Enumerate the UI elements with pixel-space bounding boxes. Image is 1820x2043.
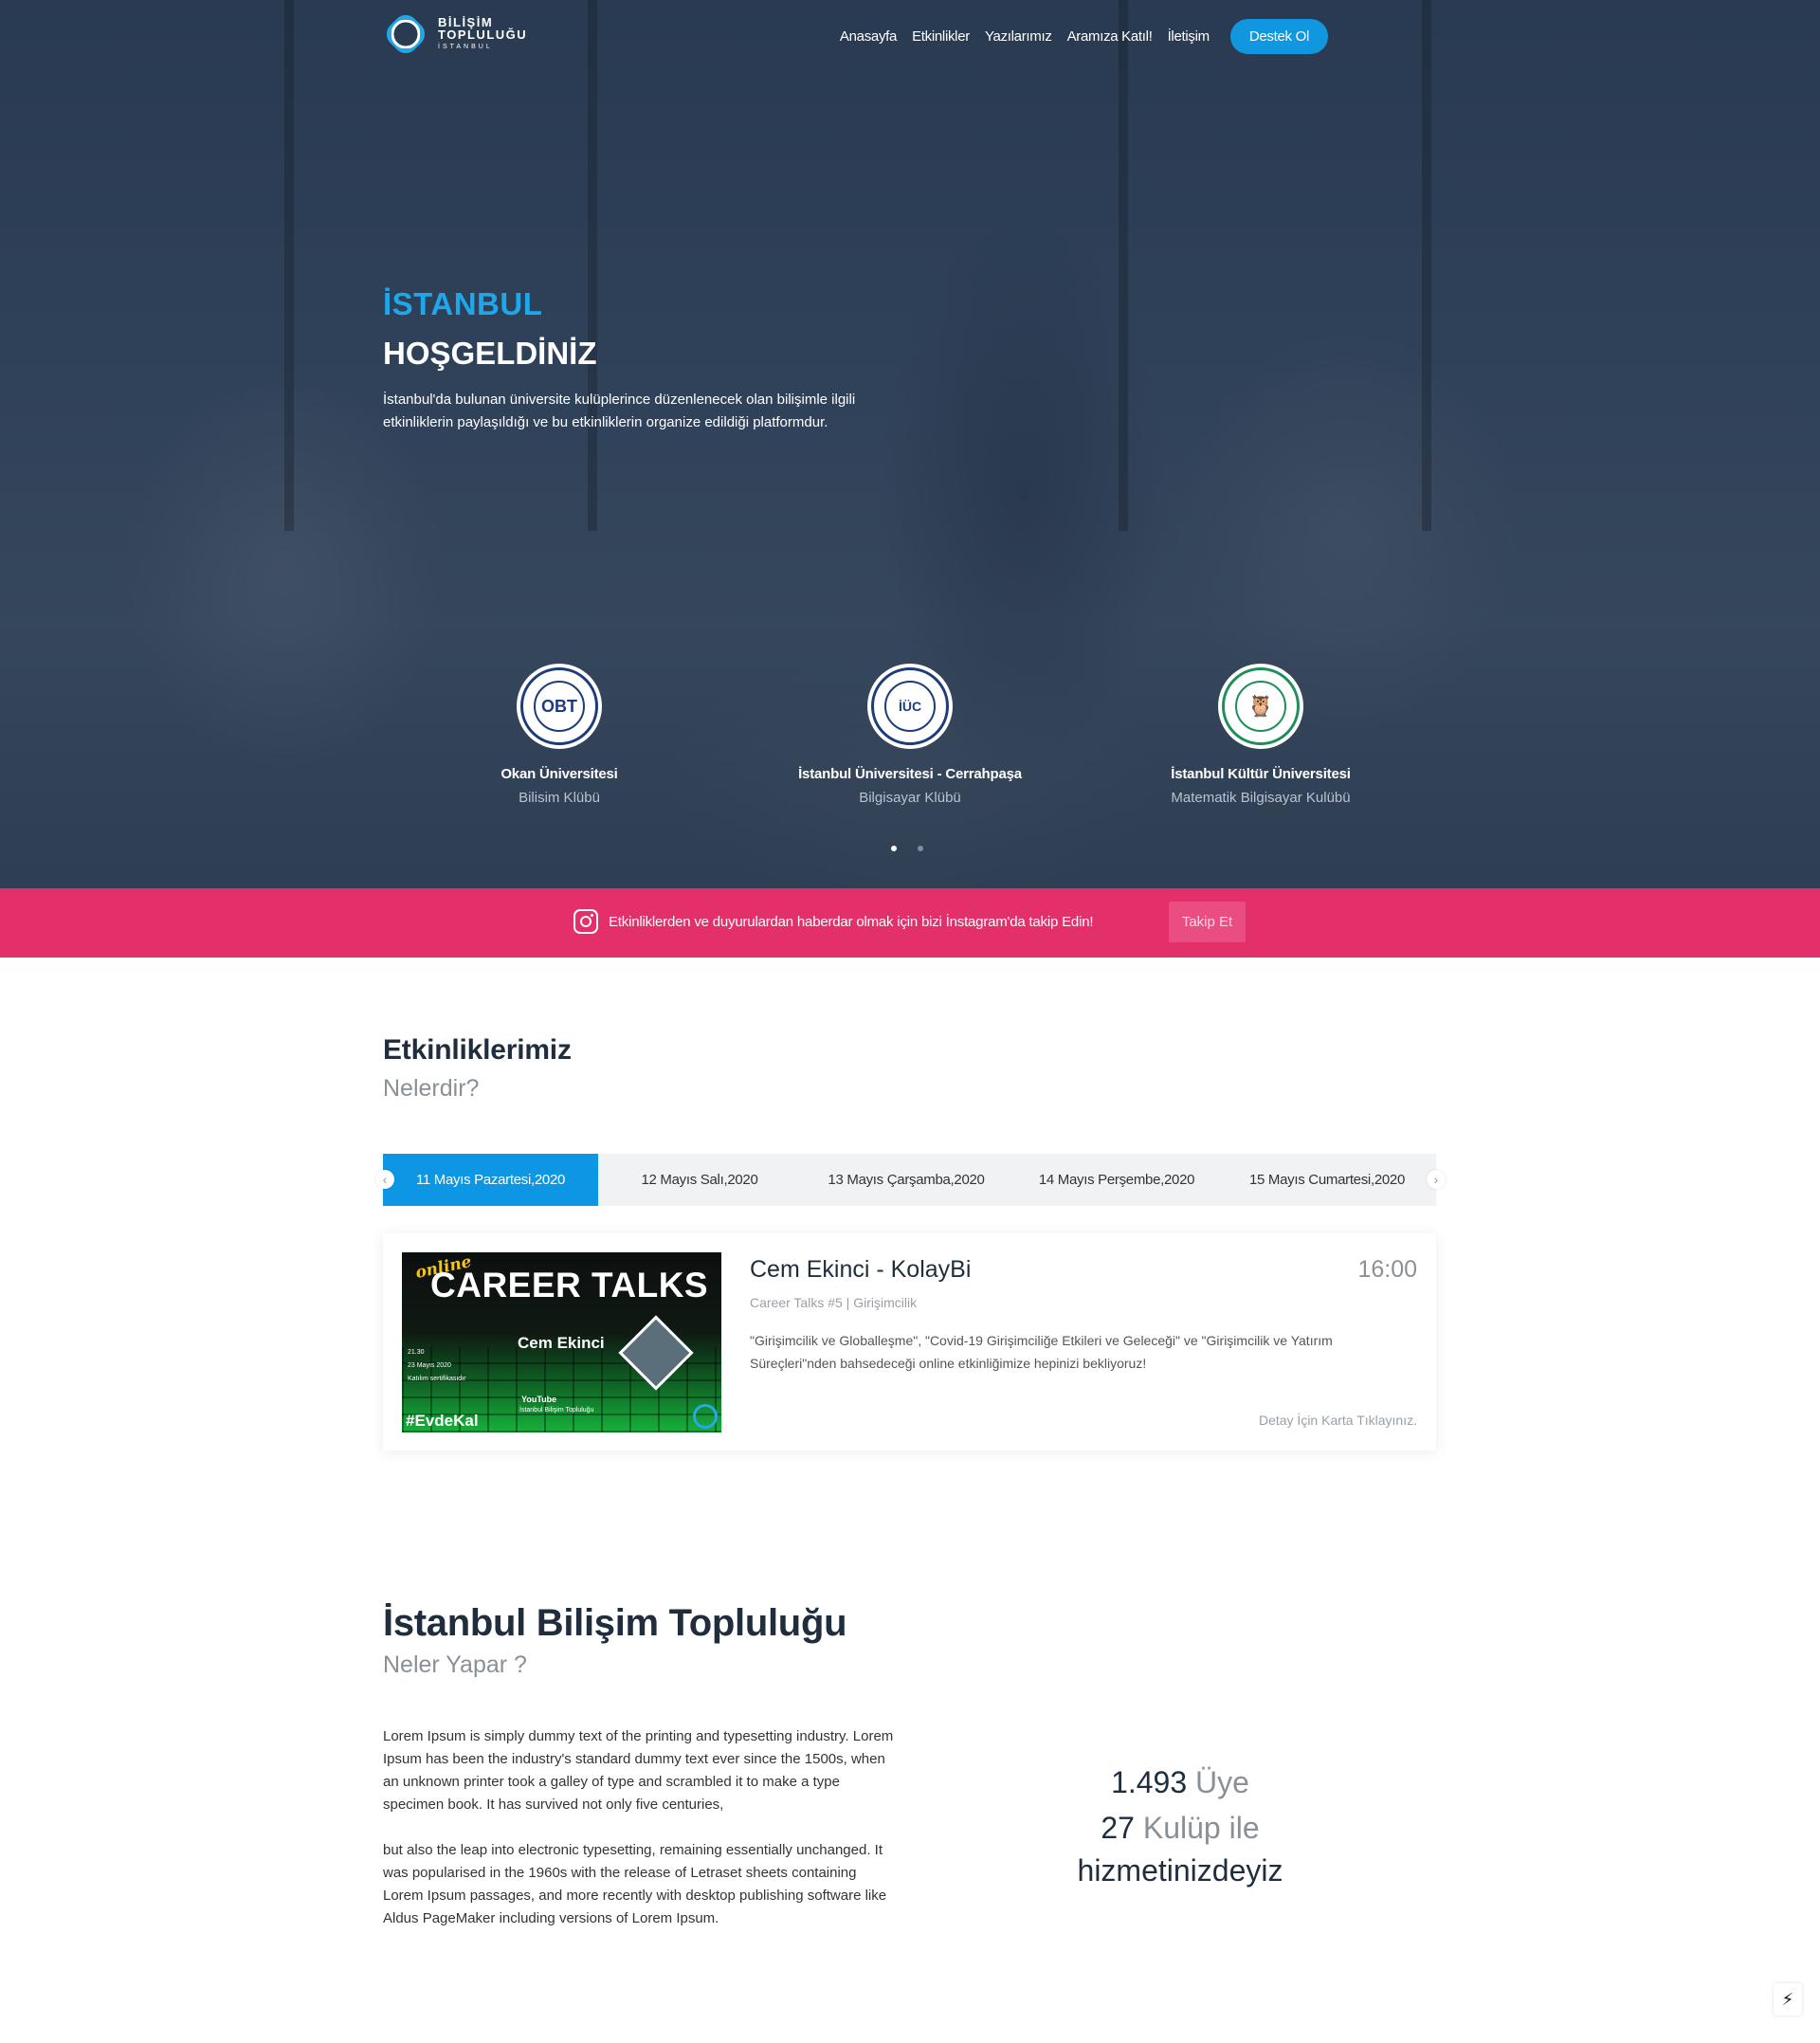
event-hint: Detay İçin Karta Tıklayınız. bbox=[1258, 1413, 1417, 1428]
instagram-banner-text: Etkinliklerden ve duyurulardan haberdar … bbox=[609, 914, 1094, 930]
chevron-right-icon[interactable]: › bbox=[1427, 1170, 1446, 1189]
nav-link-events[interactable]: Etkinlikler bbox=[912, 28, 970, 45]
date-tab[interactable]: 11 Mayıs Pazartesi,2020 bbox=[383, 1154, 598, 1206]
date-tab[interactable]: 12 Mayıs Salı,2020 bbox=[598, 1154, 801, 1206]
navbar: BİLİŞİM TOPLULUĞU İSTANBUL Anasayfa Etki… bbox=[0, 0, 1820, 72]
instagram-banner: Etkinliklerden ve duyurulardan haberdar … bbox=[0, 888, 1820, 958]
logo-line-3: İSTANBUL bbox=[438, 43, 493, 50]
event-description: "Girişimcilik ve Globalleşme", "Covid-19… bbox=[750, 1333, 1333, 1371]
club-name: Bilisim Klübü bbox=[519, 790, 600, 806]
carousel-dot[interactable] bbox=[918, 846, 923, 851]
about-title: İstanbul Bilişim Topluluğu bbox=[383, 1602, 847, 1644]
chevron-left-icon[interactable]: ‹ bbox=[375, 1170, 394, 1189]
club-logo: 🦉 bbox=[1218, 664, 1303, 749]
members-label: Üye bbox=[1195, 1765, 1249, 1799]
clubs-label: Kulüp ile bbox=[1142, 1811, 1260, 1845]
nav-menu: Anasayfa Etkinlikler Yazılarımız Aramıza… bbox=[840, 19, 1328, 54]
date-tab[interactable]: 13 Mayıs Çarşamba,2020 bbox=[801, 1154, 1011, 1206]
event-card[interactable]: online CAREER TALKS Cem Ekinci 21.30 23 … bbox=[383, 1233, 1436, 1450]
hero-background-detail bbox=[284, 0, 294, 531]
nav-link-join[interactable]: Aramıza Katıl! bbox=[1067, 28, 1153, 45]
clubs-stat: 27 Kulüp ile bbox=[1033, 1805, 1327, 1851]
club-university: İstanbul Kültür Üniversitesi bbox=[1171, 766, 1351, 782]
hero-background-detail bbox=[1119, 0, 1128, 531]
logo-icon bbox=[383, 11, 428, 57]
events-title: Etkinliklerimiz bbox=[383, 1034, 572, 1066]
date-tab[interactable]: 15 Mayıs Cumartesi,2020 bbox=[1222, 1154, 1432, 1206]
about-paragraph: Lorem Ipsum is simply dummy text of the … bbox=[383, 1728, 894, 1813]
stats-block: 1.493 Üye 27 Kulüp ile hizmetinizdeyiz bbox=[1033, 1760, 1327, 1890]
logo-line-1: BİLİŞİM bbox=[438, 14, 494, 29]
hero-city: İSTANBUL bbox=[383, 286, 543, 321]
follow-button[interactable]: Takip Et bbox=[1169, 902, 1246, 942]
club-card[interactable]: 🦉 İstanbul Kültür Üniversitesi Matematik… bbox=[1147, 664, 1374, 806]
flash-icon[interactable]: ⚡ bbox=[1774, 1983, 1802, 2016]
events-subtitle: Nelerdir? bbox=[383, 1075, 480, 1102]
club-name: Matematik Bilgisayar Kulübü bbox=[1171, 790, 1351, 806]
date-tabs: 11 Mayıs Pazartesi,2020 12 Mayıs Salı,20… bbox=[383, 1154, 1436, 1206]
event-time: 16:00 bbox=[1357, 1256, 1417, 1283]
hero-content: İSTANBUL HOŞGELDİNİZ İstanbul'da bulunan… bbox=[383, 286, 914, 434]
stats-closing: hizmetinizdeyiz bbox=[1077, 1853, 1283, 1888]
event-tags: Career Talks #5 | Girişimcilik bbox=[750, 1295, 918, 1310]
about-paragraph: but also the leap into electronic typese… bbox=[383, 1842, 887, 1926]
event-image: online CAREER TALKS Cem Ekinci 21.30 23 … bbox=[402, 1252, 721, 1432]
club-university: İstanbul Üniversitesi - Cerrahpaşa bbox=[798, 766, 1022, 782]
carousel-dots bbox=[891, 846, 923, 851]
club-card[interactable]: İÜC İstanbul Üniversitesi - Cerrahpaşa B… bbox=[796, 664, 1024, 806]
hero-title: HOŞGELDİNİZ bbox=[383, 336, 597, 371]
logo-line-2: TOPLULUĞU bbox=[438, 27, 528, 42]
date-tab[interactable]: 14 Mayıs Perşembe,2020 bbox=[1011, 1154, 1222, 1206]
members-count: 1.493 bbox=[1111, 1765, 1188, 1799]
hero-description: İstanbul'da bulunan üniversite kulüpleri… bbox=[383, 392, 856, 430]
club-name: Bilgisayar Klübü bbox=[859, 790, 961, 806]
instagram-icon bbox=[573, 909, 598, 934]
nav-link-home[interactable]: Anasayfa bbox=[840, 28, 897, 45]
event-title: Cem Ekinci - KolayBi bbox=[750, 1256, 972, 1283]
hero-background-detail bbox=[588, 0, 597, 531]
club-logo: OBT bbox=[517, 664, 602, 749]
hero-background-detail bbox=[1422, 0, 1431, 531]
clubs-count: 27 bbox=[1101, 1811, 1135, 1845]
carousel-dot[interactable] bbox=[891, 846, 897, 851]
site-logo[interactable]: BİLİŞİM TOPLULUĞU İSTANBUL bbox=[383, 11, 527, 57]
club-card[interactable]: OBT Okan Üniversitesi Bilisim Klübü bbox=[446, 664, 673, 806]
nav-link-posts[interactable]: Yazılarımız bbox=[985, 28, 1052, 45]
support-button[interactable]: Destek Ol bbox=[1229, 19, 1328, 54]
members-stat: 1.493 Üye bbox=[1033, 1760, 1327, 1805]
about-subtitle: Neler Yapar ? bbox=[383, 1651, 527, 1678]
club-university: Okan Üniversitesi bbox=[500, 766, 618, 782]
about-text: Lorem Ipsum is simply dummy text of the … bbox=[383, 1725, 900, 1930]
club-logo: İÜC bbox=[867, 664, 953, 749]
nav-link-contact[interactable]: İletişim bbox=[1168, 28, 1210, 45]
